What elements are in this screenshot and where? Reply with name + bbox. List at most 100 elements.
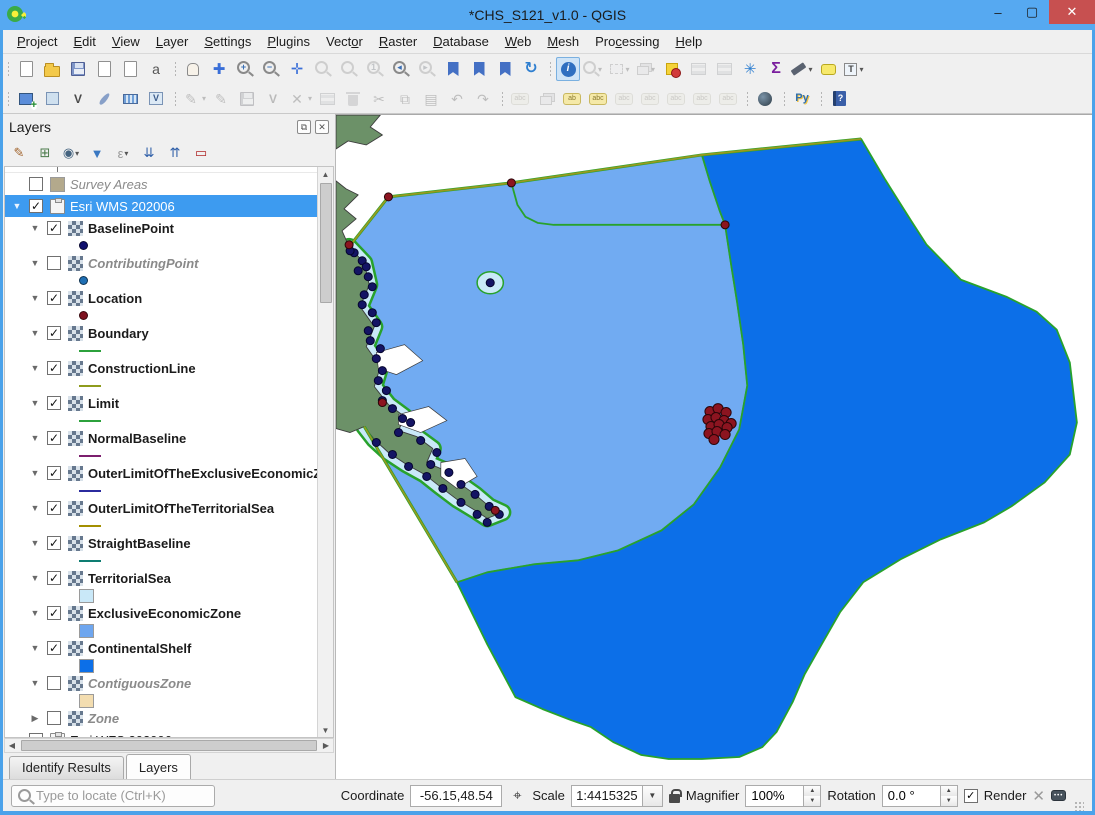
layer-visibility-checkbox[interactable]: ✓ (47, 641, 61, 655)
open-data-source-manager-button[interactable] (14, 87, 38, 111)
map-canvas[interactable] (336, 114, 1092, 779)
layer-item-limit[interactable]: ▼✓Limit (5, 392, 317, 414)
panel-close-button[interactable]: ✕ (315, 120, 329, 134)
zoom-out-button[interactable]: − (259, 57, 283, 81)
menu-view[interactable]: View (104, 32, 148, 51)
layer-item-survey-areas[interactable]: Survey Areas (5, 173, 317, 195)
new-project-button[interactable] (14, 57, 38, 81)
layer-visibility-checkbox[interactable] (47, 256, 61, 270)
scroll-left-icon[interactable]: ◀ (5, 739, 19, 752)
pan-map-button[interactable] (181, 57, 205, 81)
layer-item-baselinepoint[interactable]: ▼✓BaselinePoint (5, 217, 317, 239)
open-layer-styling-panel-button[interactable]: ✎ (7, 142, 31, 164)
new-shapefile-layer-button[interactable]: V (66, 87, 90, 111)
zoom-last-button[interactable]: ◂ (389, 57, 413, 81)
layer-item-continentalshelf[interactable]: ▼✓ContinentalShelf (5, 637, 317, 659)
rotation-value[interactable]: 0.0 ° (882, 785, 940, 807)
expander-icon[interactable]: ▼ (27, 678, 43, 688)
select-features-dropdown-icon[interactable]: ▾ (598, 65, 602, 74)
expander-icon[interactable]: ▼ (27, 223, 43, 233)
locator-search-input[interactable]: Type to locate (Ctrl+K) (11, 785, 215, 807)
expand-all-button[interactable]: ⇊ (137, 142, 161, 164)
layer-visibility-checkbox[interactable] (47, 676, 61, 690)
zoom-full-button[interactable]: ✛ (285, 57, 309, 81)
menu-web[interactable]: Web (497, 32, 540, 51)
menu-processing[interactable]: Processing (587, 32, 667, 51)
magnifier-spinner[interactable]: 100% ▲▼ (745, 785, 821, 807)
maximize-button[interactable]: ▢ (1015, 0, 1049, 24)
menu-vector[interactable]: Vector (318, 32, 371, 51)
layer-item-outerlimitoftheterritorialsea[interactable]: ▼✓OuterLimitOfTheTerritorialSea (5, 497, 317, 519)
python-console-button[interactable]: Py (790, 87, 814, 111)
layer-item-straightbaseline[interactable]: ▼✓StraightBaseline (5, 532, 317, 554)
panel-float-button[interactable]: ⧉ (297, 120, 311, 134)
menu-database[interactable]: Database (425, 32, 497, 51)
expander-icon[interactable]: ▼ (27, 328, 43, 338)
show-bookmark-manager-button[interactable] (493, 57, 517, 81)
new-mesh-layer-button[interactable] (118, 87, 142, 111)
expander-icon[interactable]: ▼ (27, 363, 43, 373)
show-layout-manager-button[interactable] (118, 57, 142, 81)
measure-line-dropdown-icon[interactable]: ▾ (808, 65, 812, 74)
layer-tree-horizontal-scrollbar[interactable]: ◀ ▶ (4, 738, 334, 753)
rotation-down-icon[interactable]: ▼ (941, 796, 957, 806)
resize-grip[interactable] (1074, 801, 1084, 811)
layer-item-esri-wfs-202006[interactable]: ▶Esri WFS 202006 (5, 729, 317, 737)
expander-icon[interactable]: ▼ (9, 201, 25, 211)
new-virtual-layer-button[interactable]: V (144, 87, 168, 111)
vertical-scroll-thumb[interactable] (320, 183, 332, 303)
layer-visibility-checkbox[interactable]: ✓ (47, 326, 61, 340)
layer-visibility-checkbox[interactable]: ✓ (47, 221, 61, 235)
menu-layer[interactable]: Layer (148, 32, 197, 51)
close-button[interactable]: ✕ (1049, 0, 1095, 24)
layer-visibility-checkbox[interactable]: ✓ (47, 571, 61, 585)
minimize-button[interactable]: – (981, 0, 1015, 24)
expander-icon[interactable]: ▼ (27, 398, 43, 408)
filter-by-expression-dropdown-icon[interactable]: ▾ (124, 149, 128, 158)
refresh-map-button[interactable]: ↻ (519, 57, 543, 81)
layer-item-contributingpoint[interactable]: ▼ContributingPoint (5, 252, 317, 274)
layer-visibility-checkbox[interactable]: ✓ (47, 396, 61, 410)
new-print-layout-button[interactable] (92, 57, 116, 81)
collapse-all-button[interactable]: ⇈ (163, 142, 187, 164)
expander-icon[interactable]: ▼ (27, 468, 43, 478)
magnifier-up-icon[interactable]: ▲ (804, 786, 820, 796)
pan-map-to-selection-button[interactable]: ✚ (207, 57, 231, 81)
deselect-features-dropdown-icon[interactable]: ▾ (651, 65, 655, 74)
map-tips-button[interactable] (816, 57, 840, 81)
magnifier-down-icon[interactable]: ▼ (804, 796, 820, 806)
layer-visibility-checkbox[interactable]: ✓ (47, 291, 61, 305)
layer-visibility-checkbox[interactable]: ✓ (29, 199, 43, 213)
tab-layers[interactable]: Layers (126, 754, 191, 779)
layer-item-constructionline[interactable]: ▼✓ConstructionLine (5, 357, 317, 379)
manage-map-themes-button[interactable]: ◉▾ (59, 142, 83, 164)
extents-toggle-icon[interactable]: ⌖ (508, 787, 526, 805)
menu-raster[interactable]: Raster (371, 32, 425, 51)
layer-item-location[interactable]: ▼✓Location (5, 287, 317, 309)
stop-rendering-icon[interactable]: ✕ (1032, 787, 1045, 805)
layer-item-outerlimitoftheexclusiveeconomiczone[interactable]: ▼✓OuterLimitOfTheExclusiveEconomicZone (5, 462, 317, 484)
menu-mesh[interactable]: Mesh (539, 32, 587, 51)
layer-item-contiguouszone[interactable]: ▼ContiguousZone (5, 672, 317, 694)
identify-features-button[interactable]: i (556, 57, 580, 81)
scale-combobox[interactable]: 1:4415325 (571, 785, 643, 807)
expander-icon[interactable]: ▼ (27, 608, 43, 618)
expander-icon[interactable]: ▼ (27, 503, 43, 513)
horizontal-scroll-thumb[interactable] (21, 740, 317, 751)
select-features-by-value-dropdown-icon[interactable]: ▾ (625, 65, 629, 74)
text-annotation-dropdown-icon[interactable]: ▾ (859, 65, 863, 74)
manage-map-themes-dropdown-icon[interactable]: ▾ (75, 149, 79, 158)
layer-visibility-checkbox[interactable] (29, 177, 43, 191)
expander-icon[interactable]: ▶ (9, 735, 25, 738)
layer-visibility-checkbox[interactable]: ✓ (47, 501, 61, 515)
layer-item-boundary[interactable]: ▼✓Boundary (5, 322, 317, 344)
show-spatial-bookmarks-button[interactable] (467, 57, 491, 81)
new-spatial-bookmark-button[interactable] (441, 57, 465, 81)
layer-item-exclusiveeconomiczone[interactable]: ▼✓ExclusiveEconomicZone (5, 602, 317, 624)
layer-visibility-checkbox[interactable]: ✓ (47, 466, 61, 480)
layer-visibility-checkbox[interactable] (29, 733, 43, 737)
processing-toolbox-button[interactable]: ✳ (738, 57, 762, 81)
save-project-button[interactable] (66, 57, 90, 81)
layer-visibility-checkbox[interactable]: ✓ (47, 536, 61, 550)
menu-project[interactable]: Project (9, 32, 65, 51)
